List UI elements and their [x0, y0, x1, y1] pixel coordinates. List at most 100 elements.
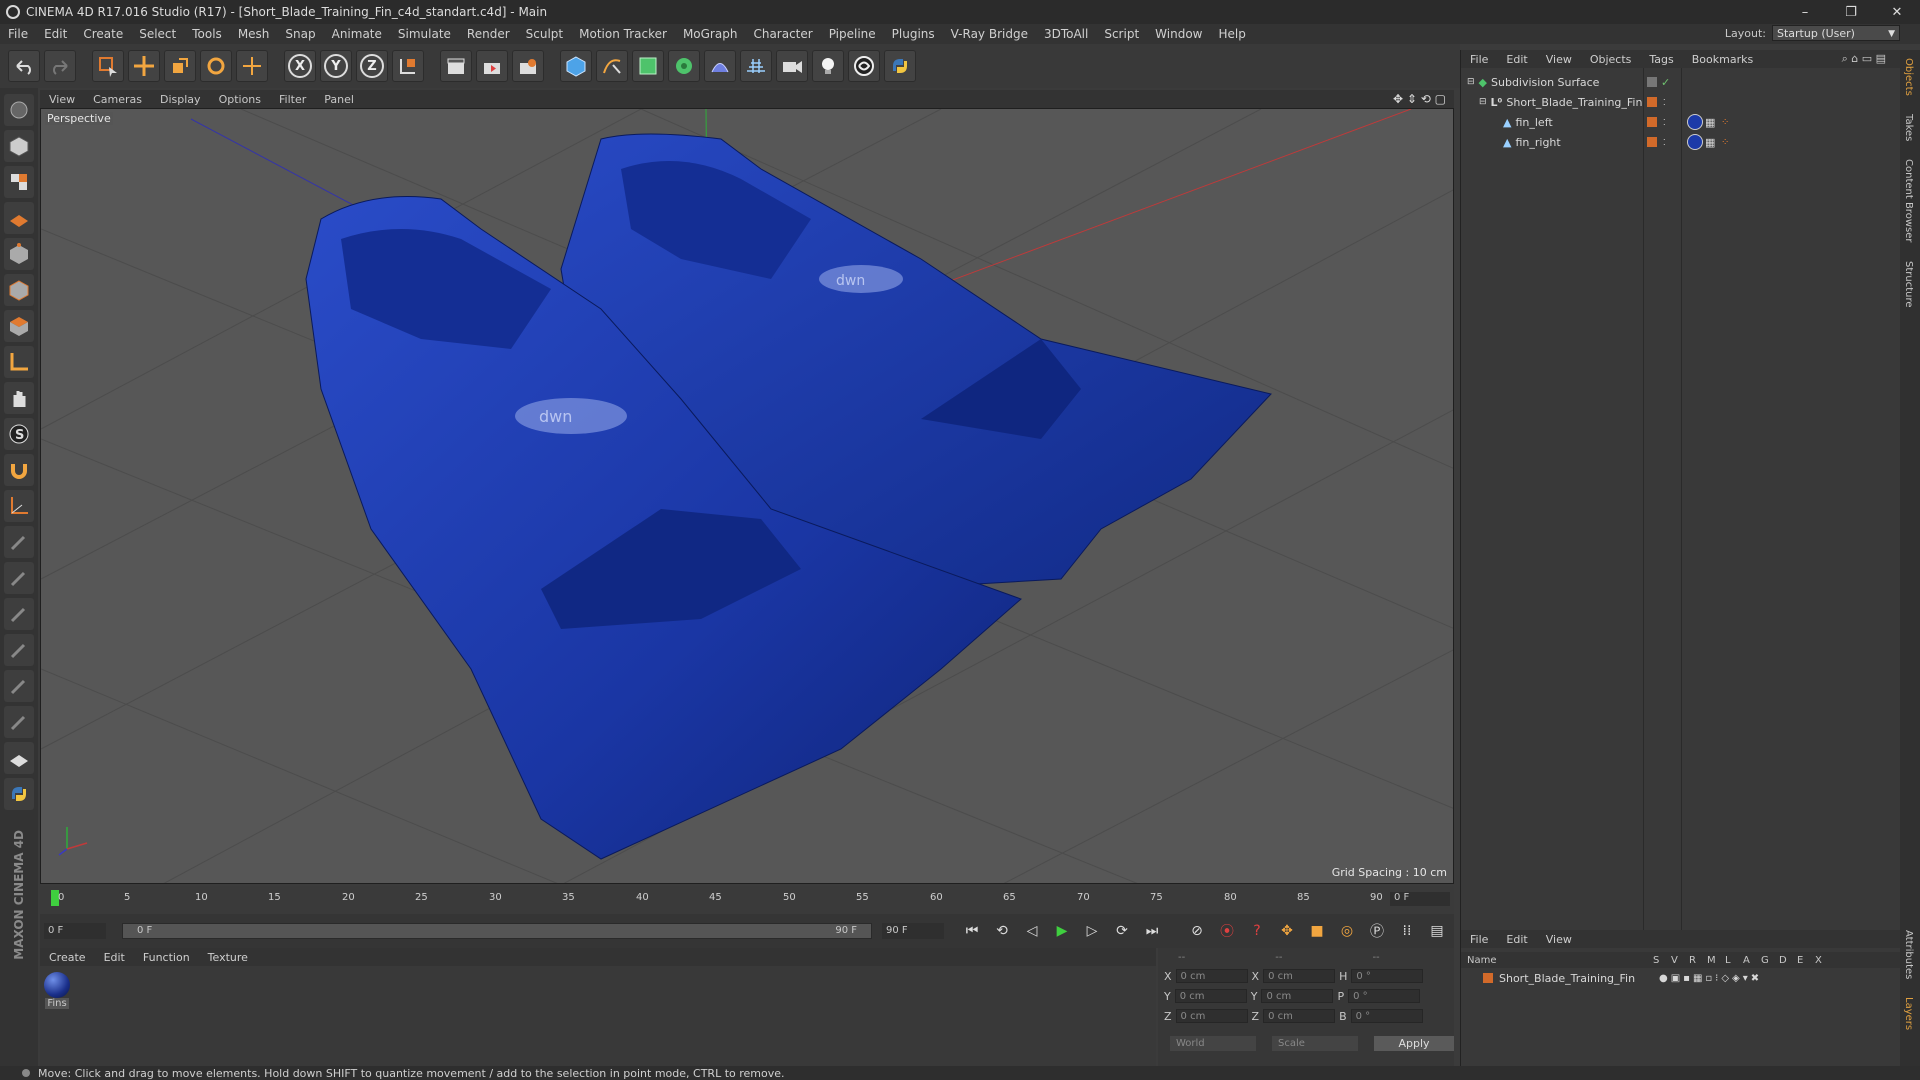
material-swatch[interactable]: Fins — [44, 972, 70, 1009]
coordinate-system-button[interactable] — [392, 50, 424, 82]
z-axis-button[interactable]: Z — [356, 50, 388, 82]
timeline-ruler[interactable]: 0 5 10 15 20 25 30 35 40 45 50 55 60 65 … — [40, 886, 1454, 914]
add-cube-button[interactable] — [560, 50, 592, 82]
go-to-start-icon[interactable]: ⏮ — [960, 919, 984, 943]
objects-menu-tags[interactable]: Tags — [1640, 53, 1682, 66]
position-z-field[interactable]: 0 cm — [1175, 1009, 1248, 1023]
menu-help[interactable]: Help — [1210, 27, 1253, 41]
viewport-nav-icons[interactable]: ✥ ⇕ ⟲ ▢ — [1393, 92, 1446, 106]
menu-motion-tracker[interactable]: Motion Tracker — [571, 27, 675, 41]
next-key-icon[interactable]: ⟳ — [1110, 919, 1134, 943]
material-menu-texture[interactable]: Texture — [199, 951, 257, 964]
tweak-mode-button[interactable] — [4, 382, 34, 414]
viewport-menu-options[interactable]: Options — [210, 93, 270, 106]
grid-lock-button[interactable] — [4, 742, 34, 774]
objects-menu-bookmarks[interactable]: Bookmarks — [1683, 53, 1762, 66]
render-to-picture-viewer-button[interactable] — [476, 50, 508, 82]
material-menu-edit[interactable]: Edit — [95, 951, 134, 964]
scale-tool-button[interactable] — [164, 50, 196, 82]
workplane-axis-button[interactable] — [4, 490, 34, 522]
sculpt-tool-6-button[interactable] — [4, 706, 34, 738]
render-view-button[interactable] — [440, 50, 472, 82]
menu-tools[interactable]: Tools — [184, 27, 230, 41]
key-scale-icon[interactable]: ■ — [1305, 919, 1329, 943]
menu-mesh[interactable]: Mesh — [230, 27, 278, 41]
snap-button[interactable]: S — [4, 418, 34, 450]
side-tab-structure[interactable]: Structure — [1903, 261, 1914, 308]
maximize-button[interactable]: ❐ — [1828, 0, 1874, 24]
position-x-field[interactable]: 0 cm — [1175, 969, 1248, 983]
python-button[interactable] — [884, 50, 916, 82]
material-tag-icon[interactable] — [1687, 114, 1703, 130]
viewport-menu-view[interactable]: View — [40, 93, 84, 106]
menu-snap[interactable]: Snap — [277, 27, 323, 41]
key-position-icon[interactable]: ✥ — [1275, 919, 1299, 943]
layer-toggle-icons[interactable]: ●▣▪▦▫⁝◇◈▾✖ — [1659, 973, 1762, 984]
add-deformer-button[interactable] — [704, 50, 736, 82]
texture-tag-icon[interactable]: ⁘ — [1721, 117, 1729, 128]
viewport-menu-panel[interactable]: Panel — [315, 93, 363, 106]
visibility-dots-icon[interactable]: ⁚ — [1663, 138, 1666, 147]
add-floor-button[interactable] — [740, 50, 772, 82]
sculpt-tool-2-button[interactable] — [4, 562, 34, 594]
material-menu-create[interactable]: Create — [40, 951, 95, 964]
material-tag-icon[interactable] — [1687, 134, 1703, 150]
size-y-field[interactable]: 0 cm — [1261, 989, 1334, 1003]
layers-menu-file[interactable]: File — [1461, 933, 1497, 946]
menu-3dtoall[interactable]: 3DToAll — [1036, 27, 1096, 41]
side-tab-layers[interactable]: Layers — [1903, 997, 1914, 1030]
key-parameter-icon[interactable]: Ⓟ — [1365, 919, 1389, 943]
end-frame-field[interactable]: 90 F — [882, 923, 944, 939]
go-to-end-icon[interactable]: ⏭ — [1140, 919, 1164, 943]
size-x-field[interactable]: 0 cm — [1263, 969, 1336, 983]
rotation-b-field[interactable]: 0 ° — [1350, 1009, 1423, 1023]
range-slider[interactable]: 0 F 90 F — [122, 923, 872, 939]
object-row-fin-right[interactable]: ▲ fin_right ⁚ ▦ ⁘ — [1461, 132, 1900, 152]
redo-button[interactable] — [44, 50, 76, 82]
python-tool-button[interactable] — [4, 778, 34, 810]
polygons-mode-button[interactable] — [4, 310, 34, 342]
menu-window[interactable]: Window — [1147, 27, 1210, 41]
object-row-subdivision-surface[interactable]: ⊟ ◆ Subdivision Surface ✓ — [1461, 72, 1900, 92]
render-settings-button[interactable] — [512, 50, 544, 82]
current-frame-field[interactable]: 0 F — [1390, 892, 1450, 906]
layers-menu-edit[interactable]: Edit — [1497, 933, 1536, 946]
undo-button[interactable] — [8, 50, 40, 82]
vray-button[interactable] — [848, 50, 880, 82]
texture-mode-button[interactable] — [4, 166, 34, 198]
keyframe-selection-icon[interactable]: ⊘ — [1185, 919, 1209, 943]
sculpt-tool-4-button[interactable] — [4, 634, 34, 666]
menu-create[interactable]: Create — [75, 27, 131, 41]
collapse-icon[interactable]: ⊟ — [1479, 97, 1487, 107]
timeline-window-icon[interactable]: ▤ — [1425, 919, 1449, 943]
rotation-p-field[interactable]: 0 ° — [1348, 989, 1421, 1003]
add-spline-button[interactable] — [596, 50, 628, 82]
transform-mode-select[interactable]: Scale — [1272, 1036, 1358, 1051]
magnet-button[interactable] — [4, 454, 34, 486]
object-row-short-blade-training-fin[interactable]: ⊟ L⁰ Short_Blade_Training_Fin ⁚ — [1461, 92, 1900, 112]
menu-edit[interactable]: Edit — [36, 27, 75, 41]
objects-menu-view[interactable]: View — [1537, 53, 1581, 66]
previous-key-icon[interactable]: ⟲ — [990, 919, 1014, 943]
objects-menu-objects[interactable]: Objects — [1581, 53, 1641, 66]
rotate-tool-button[interactable] — [200, 50, 232, 82]
viewport-menu-filter[interactable]: Filter — [270, 93, 315, 106]
sculpt-tool-5-button[interactable] — [4, 670, 34, 702]
points-mode-button[interactable] — [4, 238, 34, 270]
side-tab-attributes[interactable]: Attributes — [1903, 930, 1914, 979]
uvw-tag-icon[interactable]: ▦ — [1705, 136, 1715, 149]
menu-animate[interactable]: Animate — [324, 27, 390, 41]
next-frame-icon[interactable]: ▷ — [1080, 919, 1104, 943]
play-icon[interactable]: ▶ — [1050, 919, 1074, 943]
y-axis-button[interactable]: Y — [320, 50, 352, 82]
live-selection-button[interactable] — [92, 50, 124, 82]
model-mode-button[interactable] — [4, 130, 34, 162]
recent-tool-button[interactable] — [236, 50, 268, 82]
visibility-dots-icon[interactable]: ⁚ — [1663, 118, 1666, 127]
texture-tag-icon[interactable]: ⁘ — [1721, 137, 1729, 148]
move-tool-button[interactable] — [128, 50, 160, 82]
search-icon[interactable]: ⌕ ⌂ ▭ ▤ — [1842, 52, 1886, 66]
previous-frame-icon[interactable]: ◁ — [1020, 919, 1044, 943]
add-array-button[interactable] — [668, 50, 700, 82]
menu-select[interactable]: Select — [131, 27, 184, 41]
